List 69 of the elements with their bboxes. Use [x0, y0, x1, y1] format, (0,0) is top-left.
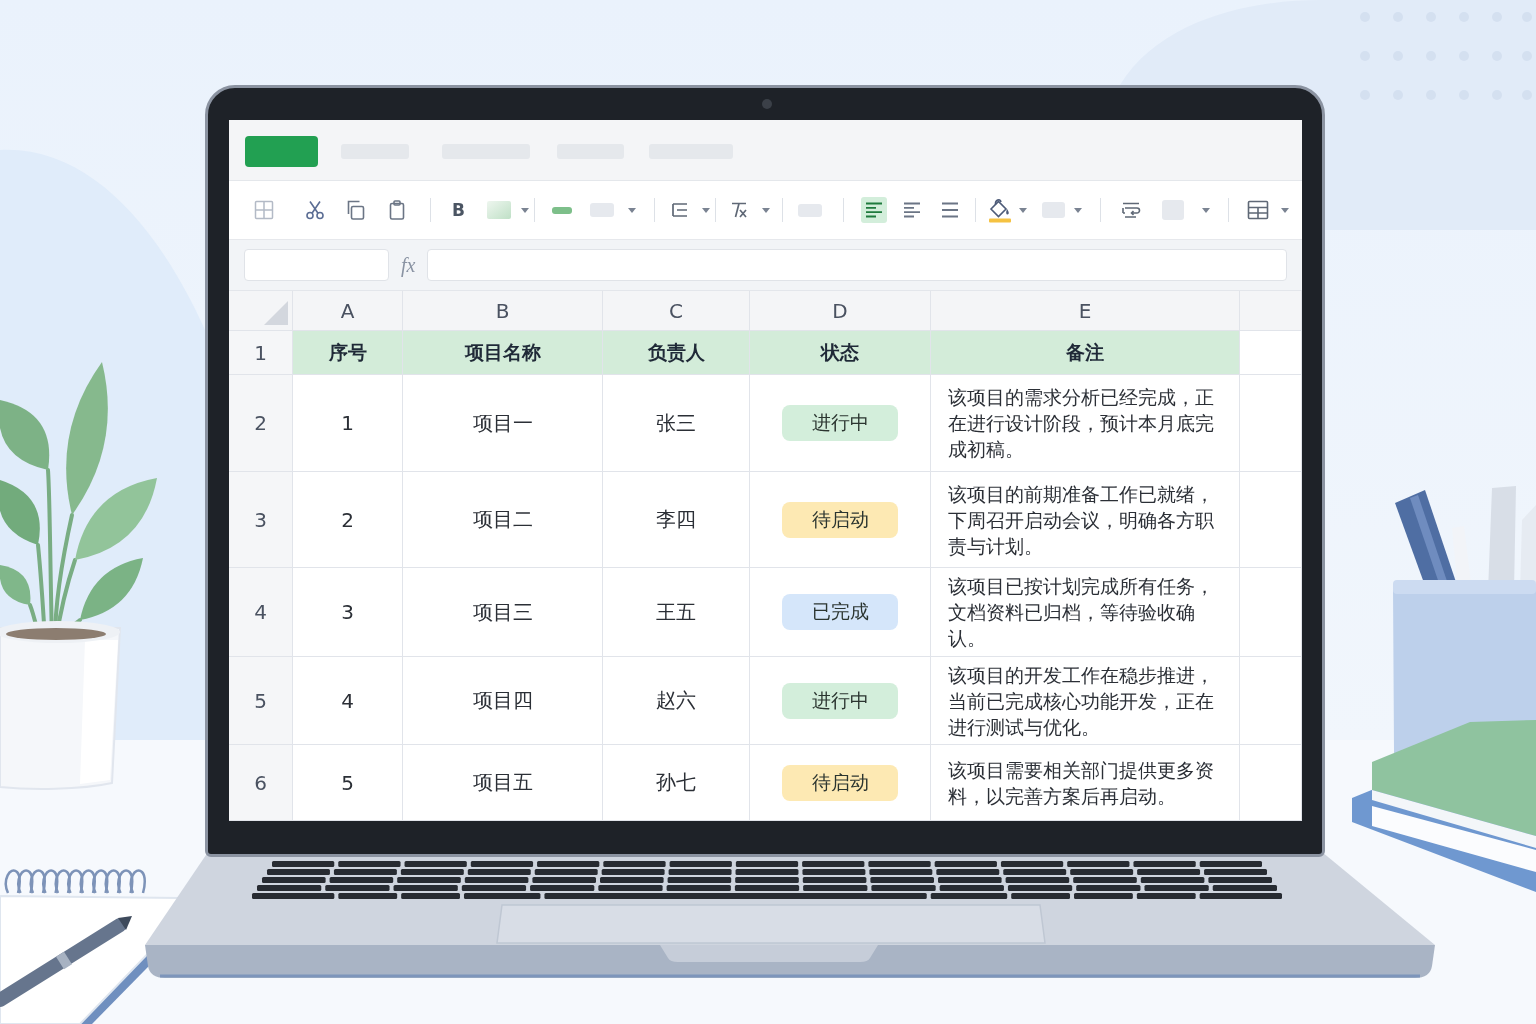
table-cell: 1 [293, 375, 403, 472]
align-button[interactable] [860, 197, 887, 223]
status-badge: 已完成 [782, 594, 898, 630]
table-cell: 项目三 [403, 568, 603, 657]
webcam-icon [762, 99, 772, 109]
status-badge: 进行中 [782, 405, 898, 441]
formula-input-field[interactable] [427, 249, 1287, 281]
scissors-icon[interactable] [305, 200, 325, 220]
row-header[interactable]: 2 [229, 375, 293, 472]
status-badge: 待启动 [782, 501, 898, 538]
header-cell: 备注 [931, 331, 1240, 375]
corner-cell[interactable] [229, 291, 293, 331]
table-cell: 3 [293, 568, 403, 657]
column-header[interactable]: D [750, 291, 931, 331]
header-cell: 负责人 [603, 331, 750, 375]
caret-icon[interactable] [761, 207, 770, 213]
table-cell: 项目一 [403, 375, 603, 472]
row-header[interactable]: 6 [229, 745, 293, 821]
table-cell: 该项目已按计划完成所有任务，文档资料已归档，等待验收确认。 [931, 568, 1240, 657]
row-header[interactable]: 1 [229, 331, 293, 375]
table-cell: 孙七 [603, 745, 750, 821]
caret-icon[interactable] [520, 207, 529, 213]
wrap-text-icon[interactable] [1120, 200, 1141, 220]
status-badge: 待启动 [782, 764, 898, 801]
column-header[interactable]: B [403, 291, 603, 331]
table-cell: 4 [293, 657, 403, 745]
name-box-field[interactable] [244, 249, 389, 281]
trackpad[interactable] [496, 904, 1046, 944]
table-cell: 赵六 [603, 657, 750, 745]
table-cell: 项目五 [403, 745, 603, 821]
caret-icon[interactable] [1280, 207, 1289, 213]
row-header[interactable]: 5 [229, 657, 293, 745]
table-cell: 李四 [603, 472, 750, 568]
row-header[interactable]: 3 [229, 472, 293, 568]
table-cell: 该项目的开发工作在稳步推进，当前已完成核心功能开发，正在进行测试与优化。 [931, 657, 1240, 745]
caret-icon[interactable] [627, 207, 636, 213]
table-cell: 张三 [603, 375, 750, 472]
column-header[interactable]: A [293, 291, 403, 331]
align-justify-icon [940, 202, 959, 218]
column-header[interactable]: C [603, 291, 750, 331]
table-cell: 项目四 [403, 657, 603, 745]
caret-icon[interactable] [1073, 207, 1082, 213]
table-cell: 5 [293, 745, 403, 821]
grid-icon[interactable] [254, 200, 274, 220]
align-left-icon [864, 202, 883, 218]
table-cell: 该项目的前期准备工作已就绪，下周召开启动会议，明确各方职责与计划。 [931, 472, 1240, 568]
table-cell: 该项目的需求分析已经完成，正在进行设计阶段，预计本月底完成初稿。 [931, 375, 1240, 472]
table-cell: 该项目需要相关部门提供更多资料，以完善方案后再启动。 [931, 745, 1240, 821]
caret-icon[interactable] [1018, 207, 1027, 213]
caret-icon[interactable] [701, 207, 710, 213]
table-icon[interactable] [1246, 200, 1269, 220]
table-cell: 项目二 [403, 472, 603, 568]
table-cell: 2 [293, 472, 403, 568]
caret-icon[interactable] [1201, 207, 1210, 213]
header-cell: 状态 [750, 331, 931, 375]
header-cell: 序号 [293, 331, 403, 375]
header-cell: 项目名称 [403, 331, 603, 375]
paint-bucket-icon[interactable] [987, 197, 1012, 223]
color-bar-icon[interactable] [551, 206, 572, 214]
clipboard-icon[interactable] [387, 200, 407, 220]
table-cell: 王五 [603, 568, 750, 657]
copy-icon[interactable] [345, 200, 365, 220]
fill-swatch-icon[interactable] [486, 201, 511, 219]
align-left-icon [902, 202, 921, 218]
status-badge: 进行中 [782, 682, 898, 719]
indent-icon[interactable] [669, 200, 690, 220]
bold-button[interactable]: B [452, 200, 465, 220]
column-header[interactable]: E [931, 291, 1240, 331]
row-header[interactable]: 4 [229, 568, 293, 657]
